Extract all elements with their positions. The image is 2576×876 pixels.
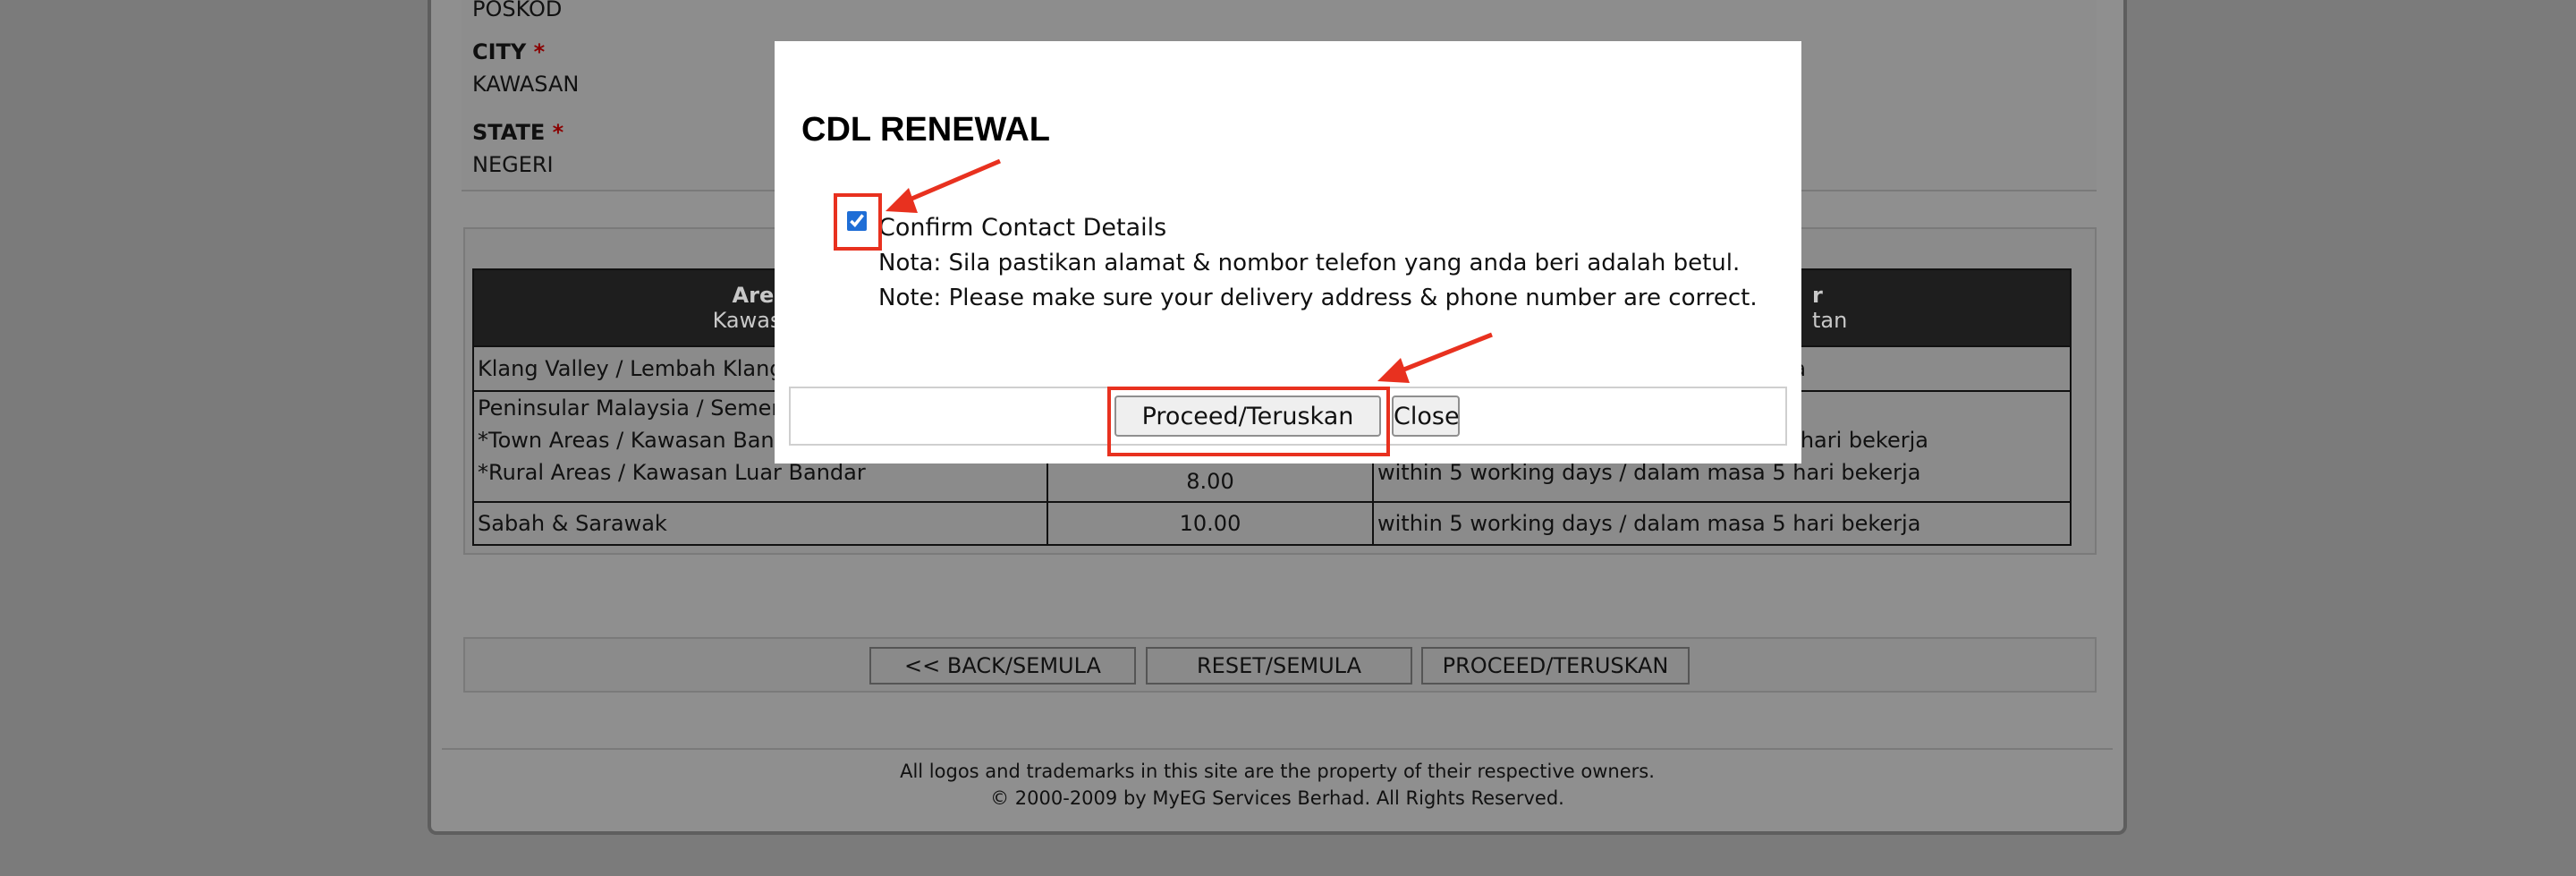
arrow-head-proceed <box>1377 358 1410 383</box>
arrow-to-checkbox <box>902 158 1001 205</box>
arrow-head-checkbox <box>886 188 918 213</box>
arrow-to-proceed <box>1396 332 1493 375</box>
annotation-arrows <box>886 158 1493 383</box>
